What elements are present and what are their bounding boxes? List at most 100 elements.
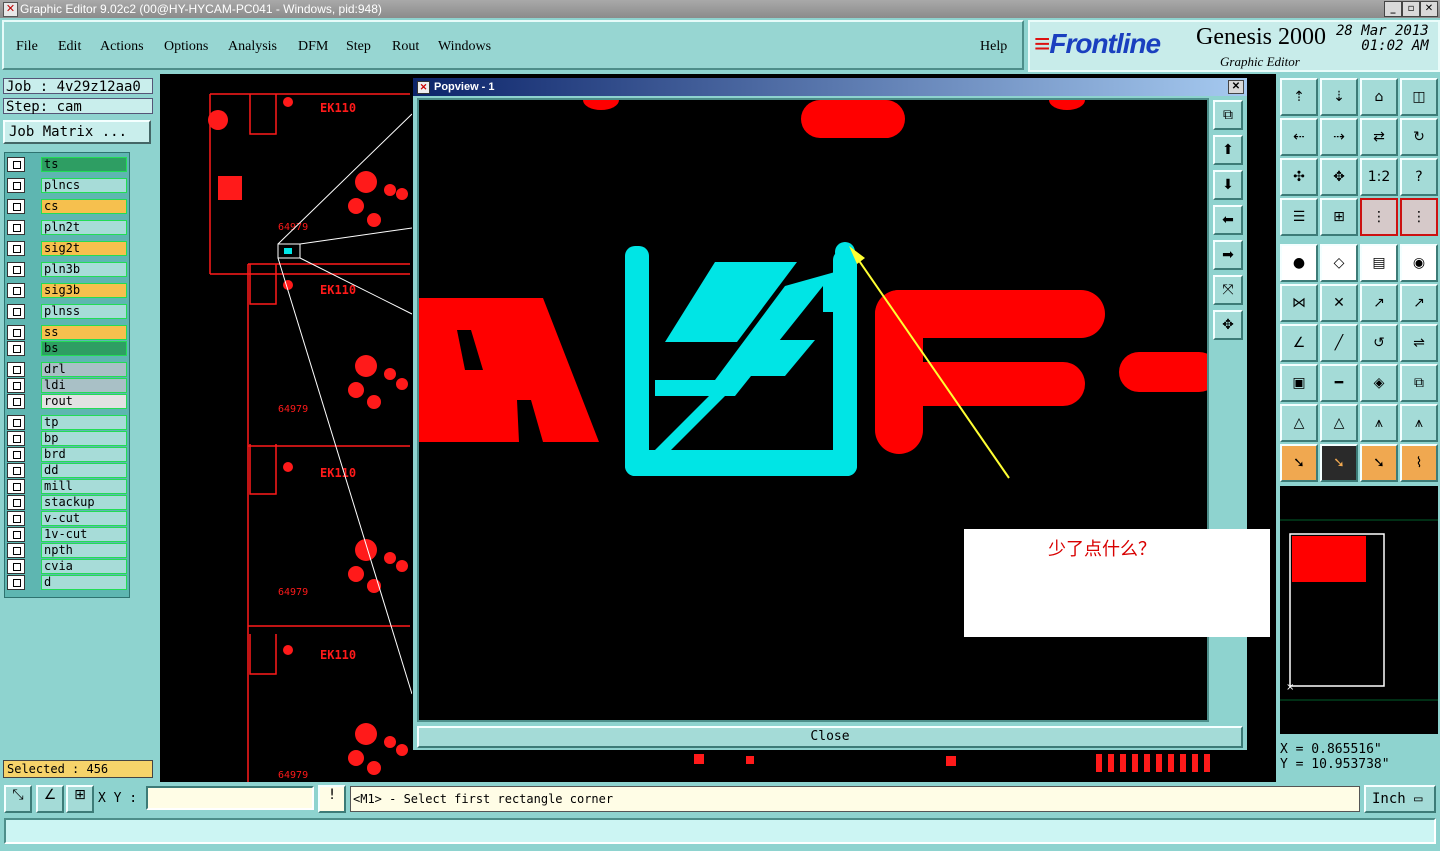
- zoom-in-icon[interactable]: ✥: [1213, 310, 1243, 340]
- align-icon[interactable]: ◈: [1360, 364, 1398, 402]
- layer-checkbox[interactable]: [7, 527, 25, 542]
- triangle-icon[interactable]: △: [1280, 404, 1318, 442]
- copy-icon[interactable]: ↗: [1400, 284, 1438, 322]
- layer-row-plncs[interactable]: plncs: [7, 178, 127, 193]
- layer-name[interactable]: npth: [41, 543, 127, 558]
- snap-center-icon[interactable]: ⋮: [1400, 198, 1438, 236]
- layer-row-sig3b[interactable]: sig3b: [7, 283, 127, 298]
- layer-row-rout[interactable]: rout: [7, 394, 127, 409]
- layer-checkbox[interactable]: [7, 543, 25, 558]
- alert-icon[interactable]: !: [318, 785, 346, 813]
- layer-row-stackup[interactable]: stackup: [7, 495, 127, 510]
- pan-right-icon[interactable]: ➡: [1213, 240, 1243, 270]
- layer-row-v-cut[interactable]: v-cut: [7, 511, 127, 526]
- layer-row-d[interactable]: d: [7, 575, 127, 590]
- layer-checkbox[interactable]: [7, 325, 25, 340]
- pointer-select-icon[interactable]: ➘: [1360, 444, 1398, 482]
- layer-name[interactable]: v-cut: [41, 511, 127, 526]
- select-rect-icon[interactable]: ◇: [1320, 244, 1358, 282]
- layer-row-pln3b[interactable]: pln3b: [7, 262, 127, 277]
- layer-row-tp[interactable]: tp: [7, 415, 127, 430]
- overview-map[interactable]: ×: [1280, 486, 1438, 734]
- layer-row-pln2t[interactable]: pln2t: [7, 220, 127, 235]
- line-icon[interactable]: ╱: [1320, 324, 1358, 362]
- layer-name[interactable]: bp: [41, 431, 127, 446]
- unit-select[interactable]: Inch ▭: [1364, 785, 1436, 813]
- layer-row-npth[interactable]: npth: [7, 543, 127, 558]
- grid-toggle-icon[interactable]: ⊞: [66, 785, 94, 813]
- layer-row-cvia[interactable]: cvia: [7, 559, 127, 574]
- triangle-outline-icon[interactable]: △: [1320, 404, 1358, 442]
- connect-icon[interactable]: ⋈: [1280, 284, 1318, 322]
- help-icon[interactable]: ?: [1400, 158, 1438, 196]
- layer-checkbox[interactable]: [7, 431, 25, 446]
- layer-row-sig2t[interactable]: sig2t: [7, 241, 127, 256]
- layer-row-brd[interactable]: brd: [7, 447, 127, 462]
- mirror-icon[interactable]: ⇌: [1400, 324, 1438, 362]
- layer-checkbox[interactable]: [7, 559, 25, 574]
- select-point-icon[interactable]: ●: [1280, 244, 1318, 282]
- layer-checkbox[interactable]: [7, 511, 25, 526]
- layer-row-ldi[interactable]: ldi: [7, 378, 127, 393]
- popview-close-icon[interactable]: ✕: [1228, 80, 1244, 94]
- menu-edit[interactable]: Edit: [58, 39, 81, 55]
- menu-analysis[interactable]: Analysis: [228, 39, 277, 55]
- layer-name[interactable]: d: [41, 575, 127, 590]
- layer-row-mill[interactable]: mill: [7, 479, 127, 494]
- popview-close-button[interactable]: Close: [417, 726, 1243, 748]
- select-window-icon[interactable]: ◉: [1400, 244, 1438, 282]
- layer-checkbox[interactable]: [7, 495, 25, 510]
- zoom-fit-icon[interactable]: ⧉: [1213, 100, 1243, 130]
- arch-icon[interactable]: ⩚: [1360, 404, 1398, 442]
- minimize-icon[interactable]: _: [1384, 1, 1402, 17]
- layer-row-cs[interactable]: cs: [7, 199, 127, 214]
- layer-checkbox[interactable]: [7, 463, 25, 478]
- layer-name[interactable]: cvia: [41, 559, 127, 574]
- menu-windows[interactable]: Windows: [438, 39, 491, 55]
- maximize-icon[interactable]: ▫: [1402, 1, 1420, 17]
- layer-name[interactable]: tp: [41, 415, 127, 430]
- layer-name[interactable]: sig2t: [41, 241, 127, 256]
- layer-name[interactable]: mill: [41, 479, 127, 494]
- step-up-icon[interactable]: ⇡: [1280, 78, 1318, 116]
- measure-icon[interactable]: ▤: [1360, 244, 1398, 282]
- pointer-connect-icon[interactable]: ⌇: [1400, 444, 1438, 482]
- zoom-all-icon[interactable]: ✥: [1320, 158, 1358, 196]
- split-line-icon[interactable]: ━: [1320, 364, 1358, 402]
- layer-checkbox[interactable]: [7, 241, 25, 256]
- zoom-window-icon[interactable]: ⤡: [4, 785, 32, 813]
- layer-checkbox[interactable]: [7, 341, 25, 356]
- layer-row-dd[interactable]: dd: [7, 463, 127, 478]
- layer-row-bs[interactable]: bs: [7, 341, 127, 356]
- layer-name[interactable]: drl: [41, 362, 127, 377]
- layer-row-ss[interactable]: ss: [7, 325, 127, 340]
- layer-checkbox[interactable]: [7, 262, 25, 277]
- tools-icon[interactable]: ☰: [1280, 198, 1318, 236]
- layer-name[interactable]: rout: [41, 394, 127, 409]
- home-icon[interactable]: ⌂: [1360, 78, 1398, 116]
- layer-checkbox[interactable]: [7, 479, 25, 494]
- pad-icon[interactable]: ▣: [1280, 364, 1318, 402]
- layer-checkbox[interactable]: [7, 362, 25, 377]
- zoom-out-icon[interactable]: ⤧: [1213, 275, 1243, 305]
- menu-step[interactable]: Step: [346, 39, 371, 55]
- window-split-icon[interactable]: ◫: [1400, 78, 1438, 116]
- layer-name[interactable]: 1v-cut: [41, 527, 127, 542]
- layer-name[interactable]: cs: [41, 199, 127, 214]
- pan-left-icon[interactable]: ⬅: [1213, 205, 1243, 235]
- pointer-active-icon[interactable]: ➘: [1320, 444, 1358, 482]
- job-matrix-button[interactable]: Job Matrix ...: [3, 120, 151, 144]
- zoom-home-icon[interactable]: ✣: [1280, 158, 1318, 196]
- layer-row-plnss[interactable]: plnss: [7, 304, 127, 319]
- pan-down-icon[interactable]: ⬇: [1213, 170, 1243, 200]
- layer-name[interactable]: sig3b: [41, 283, 127, 298]
- layer-checkbox[interactable]: [7, 394, 25, 409]
- layer-row-1v-cut[interactable]: 1v-cut: [7, 527, 127, 542]
- step-left-icon[interactable]: ⇠: [1280, 118, 1318, 156]
- layer-name[interactable]: ts: [41, 157, 127, 172]
- grid-icon[interactable]: ⊞: [1320, 198, 1358, 236]
- measure-angle-icon[interactable]: ∠: [36, 785, 64, 813]
- scale-1-2-icon[interactable]: 1:2: [1360, 158, 1398, 196]
- pan-up-icon[interactable]: ⬆: [1213, 135, 1243, 165]
- layer-checkbox[interactable]: [7, 178, 25, 193]
